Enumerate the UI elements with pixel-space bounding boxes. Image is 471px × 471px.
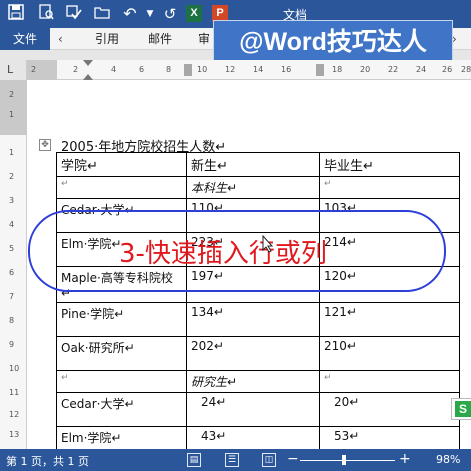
- zoom-slider-thumb[interactable]: [341, 455, 346, 465]
- ruler-tick: 16: [281, 65, 292, 74]
- ruler-tick: 28: [461, 65, 471, 74]
- ribbon-scroll-left[interactable]: ‹: [58, 28, 72, 50]
- document-page[interactable]: ✥ 2005·年地方院校招生人数↵ 学院↵ 新生↵ 毕业生↵ ↵ 本科生↵ ↵ …: [27, 80, 471, 461]
- ruler-tick: 7: [9, 292, 15, 301]
- indent-marker[interactable]: [83, 60, 93, 80]
- data-table[interactable]: 学院↵ 新生↵ 毕业生↵ ↵ 本科生↵ ↵ Cedar·大学↵ 110↵ 103…: [56, 152, 460, 461]
- tab-review[interactable]: 审: [198, 28, 210, 50]
- table-cell[interactable]: 121↵: [319, 302, 460, 337]
- excel-icon[interactable]: X: [186, 5, 202, 22]
- ruler-tick: 4: [111, 65, 117, 74]
- zoom-level[interactable]: 98%: [436, 453, 460, 466]
- word-window: ↶ ▼ ↺ X P 文档 文件 ‹ 引用 邮件 审 › @Word技巧达人 L …: [0, 0, 471, 471]
- ruler-tick: 12: [225, 65, 236, 74]
- watermark-badge: @Word技巧达人: [213, 20, 453, 62]
- tab-selector[interactable]: L: [0, 60, 27, 80]
- table-header-row: 学院↵ 新生↵ 毕业生↵: [56, 152, 460, 177]
- print-layout-icon[interactable]: ☰: [225, 453, 239, 467]
- column-marker[interactable]: [184, 64, 192, 76]
- table-row: ↵ 研究生↵ ↵: [56, 370, 460, 393]
- ruler-tick: 12: [9, 410, 20, 419]
- ruler-tick: 2: [31, 65, 37, 74]
- table-header[interactable]: 毕业生↵: [319, 152, 460, 177]
- table-cell[interactable]: 210↵: [319, 336, 460, 371]
- table-cell[interactable]: 研究生↵: [186, 370, 320, 393]
- undo-icon[interactable]: ↶: [120, 4, 140, 24]
- table-header[interactable]: 学院↵: [56, 152, 187, 177]
- web-layout-icon[interactable]: ◫: [262, 453, 276, 467]
- tab-mailings[interactable]: 邮件: [148, 28, 172, 50]
- ruler-tick: 20: [360, 65, 371, 74]
- page-count[interactable]: 第 1 页，共 1 页: [6, 453, 89, 469]
- table-cell[interactable]: ↵: [319, 370, 460, 393]
- ruler-tick: 2: [9, 90, 15, 99]
- ruler-tick: 26: [442, 65, 453, 74]
- ruler-tick: 24: [416, 65, 427, 74]
- ruler-tick: 9: [9, 340, 15, 349]
- tab-stop-icon: L: [7, 63, 14, 76]
- ruler-margin: [0, 80, 27, 135]
- ruler-tick: 2: [73, 65, 79, 74]
- spelling-check-icon[interactable]: [64, 4, 84, 24]
- table-header[interactable]: 新生↵: [186, 152, 320, 177]
- mouse-pointer-icon: [262, 234, 274, 258]
- ruler-tick: 3: [9, 196, 15, 205]
- read-mode-icon[interactable]: ▤: [187, 453, 201, 467]
- table-cell[interactable]: Pine·学院↵: [56, 302, 187, 337]
- ruler-tick: 14: [253, 65, 264, 74]
- table-cell[interactable]: 202↵: [186, 336, 320, 371]
- print-preview-icon[interactable]: [36, 4, 56, 24]
- ruler-tick: 10: [197, 65, 208, 74]
- ribbon-scroll-right[interactable]: ›: [452, 28, 466, 50]
- status-bar: 第 1 页，共 1 页 ▤ ☰ ◫ − + 98%: [0, 449, 471, 471]
- table-row: Cedar·大学↵ 24↵ 20↵: [56, 392, 460, 427]
- ruler-tick: 10: [9, 364, 20, 373]
- ruler-tick: 4: [9, 220, 15, 229]
- table-cell[interactable]: 24↵: [186, 392, 320, 427]
- ruler-tick: 18: [332, 65, 343, 74]
- chevron-down-icon[interactable]: ▼: [140, 4, 160, 24]
- zoom-slider[interactable]: [300, 460, 395, 461]
- table-cell[interactable]: ↵: [56, 176, 187, 199]
- ruler-tick: 22: [388, 65, 399, 74]
- table-cell[interactable]: Oak·研究所↵: [56, 336, 187, 371]
- ruler-tick: 13: [9, 430, 20, 439]
- table-move-handle[interactable]: ✥: [39, 139, 51, 151]
- ruler-tick: 8: [166, 65, 172, 74]
- ruler-tick: 5: [9, 244, 15, 253]
- ruler-tick: 8: [9, 316, 15, 325]
- tab-references[interactable]: 引用: [95, 28, 119, 50]
- zoom-out-button[interactable]: −: [287, 451, 299, 467]
- vertical-ruler[interactable]: 2 1 1 2 3 4 5 6 7 8 9 10 11 12 13: [0, 80, 27, 449]
- redo-icon[interactable]: ↺: [160, 4, 180, 24]
- sogou-logo-icon: S: [455, 401, 471, 417]
- ruler-tick: 11: [9, 388, 20, 397]
- ime-toolbar[interactable]: S 五: [451, 398, 471, 420]
- save-icon[interactable]: [6, 4, 26, 24]
- tab-file[interactable]: 文件: [0, 28, 50, 50]
- table-cell[interactable]: 本科生↵: [186, 176, 320, 199]
- table-row: Pine·学院↵ 134↵ 121↵: [56, 302, 460, 337]
- ruler-tick: 2: [9, 172, 15, 181]
- ruler-tick: 1: [9, 110, 15, 119]
- zoom-in-button[interactable]: +: [399, 451, 411, 467]
- table-cell[interactable]: ↵: [319, 176, 460, 199]
- tip-annotation: 3-快速插入行或列: [119, 239, 327, 269]
- ruler-tick: 1: [9, 148, 15, 157]
- ruler-tick: 6: [139, 65, 145, 74]
- horizontal-ruler[interactable]: 2 2 4 6 8 10 12 14 16 18 20 22 24 26 28: [27, 60, 471, 80]
- table-cell[interactable]: 134↵: [186, 302, 320, 337]
- table-cell[interactable]: ↵: [56, 370, 187, 393]
- column-marker[interactable]: [316, 64, 324, 76]
- ruler-tick: 6: [9, 268, 15, 277]
- folder-icon[interactable]: [92, 4, 112, 24]
- table-row: Oak·研究所↵ 202↵ 210↵: [56, 336, 460, 371]
- table-row: ↵ 本科生↵ ↵: [56, 176, 460, 199]
- table-cell[interactable]: Cedar·大学↵: [56, 392, 187, 427]
- table-cell[interactable]: 20↵: [319, 392, 460, 427]
